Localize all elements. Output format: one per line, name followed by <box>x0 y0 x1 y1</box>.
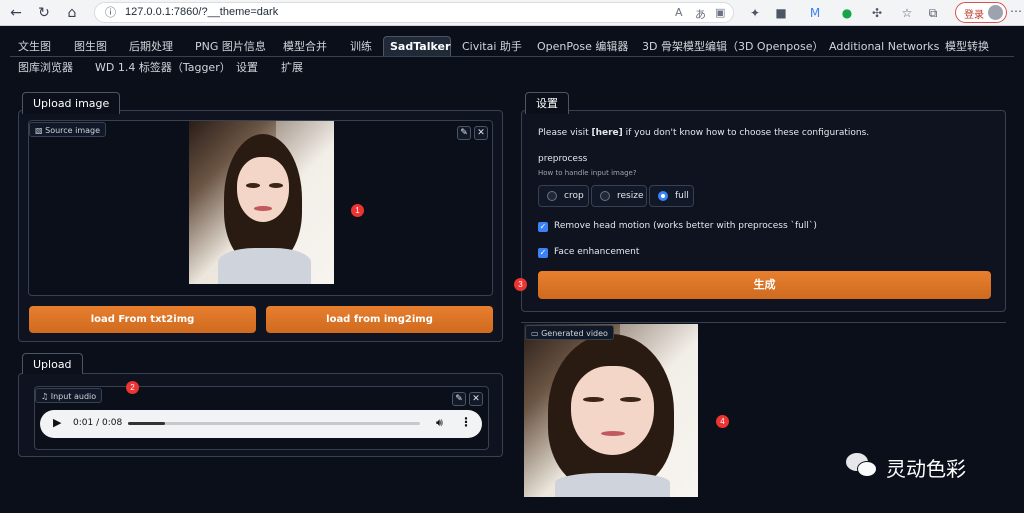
video-icon: ▭ <box>531 329 539 338</box>
tab-additional-networks[interactable]: Additional Networks <box>823 37 945 57</box>
favorites-icon[interactable]: ☆ <box>898 4 916 22</box>
tab-checkpoint-merger[interactable]: 模型合并 <box>277 37 333 57</box>
marker-4: 4 <box>716 415 729 428</box>
generate-button[interactable]: 生成 <box>538 271 991 299</box>
back-icon[interactable]: ← <box>6 3 26 23</box>
tab-txt2img[interactable]: 文生图 <box>12 37 57 57</box>
close-icon[interactable]: ✕ <box>469 392 483 406</box>
image-icon: ▧ <box>35 126 43 135</box>
extension-icon[interactable]: ● <box>838 4 856 22</box>
tab-civitai-helper[interactable]: Civitai 助手 <box>456 37 528 57</box>
tab-model-converter[interactable]: 模型转换 <box>939 37 995 57</box>
play-icon[interactable]: ▶ <box>53 416 61 429</box>
input-audio-label: ♫ Input audio <box>35 388 103 403</box>
extensions-puzzle-icon[interactable]: ✣ <box>868 4 886 22</box>
generated-video-label-text: Generated video <box>541 329 608 338</box>
radio-dot <box>600 191 610 201</box>
tab-img2img[interactable]: 图生图 <box>68 37 113 57</box>
generated-video-label: ▭ Generated video <box>525 325 614 340</box>
divider <box>521 322 1006 323</box>
preprocess-option-full[interactable]: full <box>649 185 694 207</box>
tab-train[interactable]: 训练 <box>344 37 378 57</box>
tab-sadtalker[interactable]: SadTalker <box>383 36 451 57</box>
translate-icon[interactable]: あ <box>695 6 706 22</box>
generated-video[interactable] <box>524 324 698 497</box>
edit-icon[interactable]: ✎ <box>457 126 471 140</box>
help-prefix: Please visit <box>538 128 592 138</box>
more-icon[interactable]: ⋯ <box>1010 4 1022 18</box>
source-image-label: ▧ Source image <box>29 122 107 137</box>
remove-head-motion-label: Remove head motion (works better with pr… <box>554 221 817 231</box>
audio-player[interactable]: ▶ 0:01 / 0:08 🔊︎ ⋮ <box>40 410 482 438</box>
radio-dot-selected <box>658 191 668 201</box>
settings-tab[interactable]: 设置 <box>525 92 569 114</box>
remove-head-motion-checkbox[interactable]: ✓ <box>538 222 548 232</box>
browser-toolbar: ← ↻ ⌂ ⓘ 127.0.0.1:7860/?__theme=dark A あ… <box>0 0 1024 26</box>
help-link[interactable]: [here] <box>591 128 622 138</box>
tab-extensions[interactable]: 扩展 <box>275 58 309 78</box>
extension-icon[interactable]: ✦ <box>746 4 764 22</box>
address-bar[interactable]: ⓘ 127.0.0.1:7860/?__theme=dark A あ ▣ <box>94 2 734 23</box>
radio-dot <box>547 191 557 201</box>
home-icon[interactable]: ⌂ <box>62 3 82 23</box>
edit-icon[interactable]: ✎ <box>452 392 466 406</box>
extension-icon[interactable]: ■ <box>772 4 790 22</box>
avatar <box>988 5 1003 20</box>
collections-icon[interactable]: ⧉ <box>924 4 942 22</box>
reload-icon[interactable]: ↻ <box>34 3 54 23</box>
tab-image-browser[interactable]: 图库浏览器 <box>12 58 79 78</box>
read-aloud-icon[interactable]: A <box>675 6 683 19</box>
tab-3d-openpose[interactable]: 3D 骨架模型编辑（3D Openpose） <box>636 37 830 57</box>
marker-3: 3 <box>514 278 527 291</box>
input-audio-label-text: Input audio <box>50 392 97 401</box>
preprocess-hint: How to handle input image? <box>538 169 637 177</box>
site-info-icon[interactable]: ⓘ <box>105 4 116 20</box>
audio-time: 0:01 / 0:08 <box>73 418 123 428</box>
face-enhancement-label: Face enhancement <box>554 247 640 257</box>
load-from-txt2img-button[interactable]: load From txt2img <box>29 306 256 333</box>
option-label: crop <box>564 191 584 201</box>
tab-png-info[interactable]: PNG 图片信息 <box>189 37 272 57</box>
upload-tab[interactable]: Upload <box>22 353 83 374</box>
close-icon[interactable]: ✕ <box>474 126 488 140</box>
tab-divider <box>10 56 1014 57</box>
login-label: 登录 <box>964 10 984 21</box>
source-image-label-text: Source image <box>45 126 101 135</box>
marker-2: 2 <box>126 381 139 394</box>
preprocess-option-crop[interactable]: crop <box>538 185 589 207</box>
configuration-help-text: Please visit [here] if you don't know ho… <box>538 128 869 138</box>
tab-wd14-tagger[interactable]: WD 1.4 标签器（Tagger） <box>89 58 237 78</box>
help-suffix: if you don't know how to choose these co… <box>622 128 870 138</box>
watermark-text: 灵动色彩 <box>886 457 966 481</box>
marker-1: 1 <box>351 204 364 217</box>
more-options-icon[interactable]: ⋮ <box>460 415 472 429</box>
audio-progress-track[interactable] <box>128 422 420 425</box>
tab-settings[interactable]: 设置 <box>230 58 264 78</box>
wechat-logo-icon <box>846 451 878 479</box>
music-icon: ♫ <box>41 392 49 401</box>
load-from-img2img-button[interactable]: load from img2img <box>266 306 493 333</box>
url-text: 127.0.0.1:7860/?__theme=dark <box>125 6 279 18</box>
preprocess-option-resize[interactable]: resize <box>591 185 647 207</box>
upload-image-tab[interactable]: Upload image <box>22 92 121 114</box>
source-image <box>189 121 334 284</box>
volume-icon[interactable]: 🔊︎ <box>436 416 443 430</box>
option-label: resize <box>617 191 644 201</box>
extension-icon[interactable]: M <box>806 4 824 22</box>
tab-openpose-editor[interactable]: OpenPose 编辑器 <box>531 37 634 57</box>
login-button[interactable]: 登录 <box>955 2 1007 23</box>
split-screen-icon[interactable]: ▣ <box>715 6 725 19</box>
face-enhancement-checkbox[interactable]: ✓ <box>538 248 548 258</box>
tab-extras[interactable]: 后期处理 <box>123 37 179 57</box>
option-label: full <box>675 191 689 201</box>
audio-progress-fill <box>128 422 165 425</box>
preprocess-label: preprocess <box>538 154 588 164</box>
